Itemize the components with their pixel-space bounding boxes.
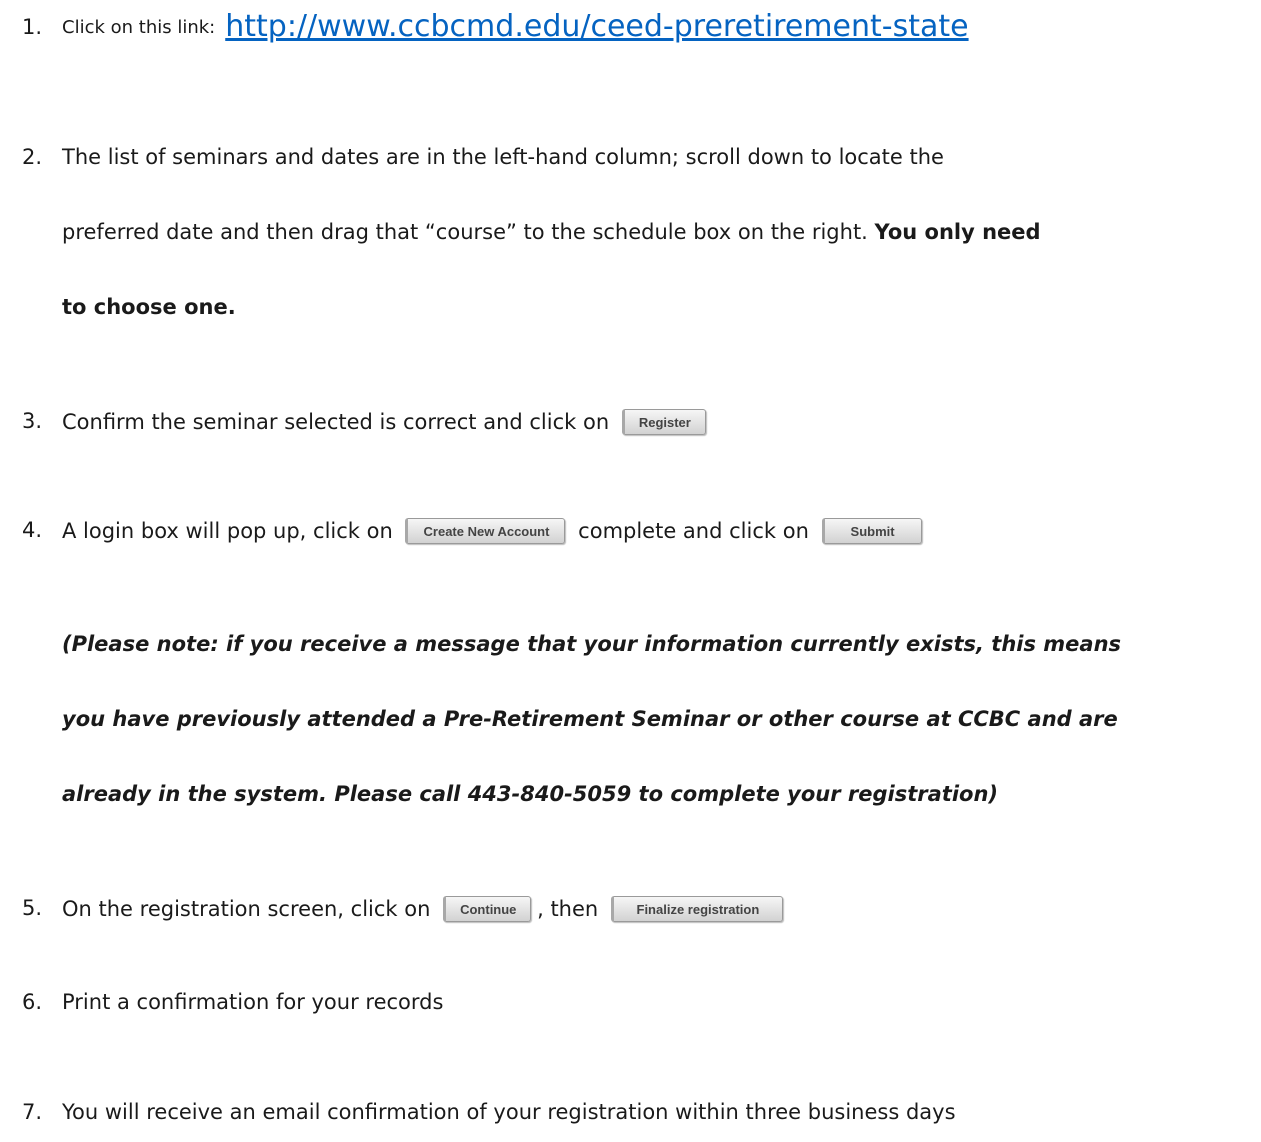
step-5-text: On the registration screen, click on [62,897,431,921]
step-2-line-2: preferred date and then drag that “cours… [62,217,1041,247]
step-2-line-3: to choose one. [62,295,236,319]
note-line-2: you have previously attended a Pre-Retir… [62,707,1118,731]
note-line-3: already in the system. Please call 443-8… [62,782,998,806]
step-5: On the registration screen, click on Con… [62,893,789,924]
finalize-registration-button[interactable]: Finalize registration [610,896,783,922]
step-5-text-middle: , then [537,897,599,921]
step-number: 5. [22,896,43,920]
create-new-account-button[interactable]: Create New Account [405,518,566,544]
step-4-text-middle: complete and click on [578,519,809,543]
step-1-text: Click on this link: [62,17,216,38]
step-number: 4. [22,518,43,542]
step-number: 3. [22,409,43,433]
step-4-text: A login box will pop up, click on [62,519,393,543]
seminar-registration-link[interactable]: http://www.ccbcmd.edu/ceed-preretirement… [225,9,968,44]
step-3: Confirm the seminar selected is correct … [62,406,712,437]
step-number: 7. [22,1100,43,1124]
step-2-emphasis: You only need [874,220,1041,244]
step-2-line-1: The list of seminars and dates are in th… [62,145,944,169]
note-line-1: (Please note: if you receive a message t… [62,632,1122,656]
step-4: A login box will pop up, click on Create… [62,515,928,546]
register-button[interactable]: Register [621,409,706,435]
step-2-line-2-text: preferred date and then drag that “cours… [62,220,868,244]
step-number: 1. [22,15,43,39]
step-number: 6. [22,990,43,1014]
step-7: You will receive an email confirmation o… [62,1100,956,1124]
step-number: 2. [22,145,43,169]
continue-button[interactable]: Continue [443,896,532,922]
step-1: Click on this link: http://www.ccbcmd.edu… [62,12,969,43]
instructions-document: 1. Click on this link: http://www.ccbcmd.… [0,0,1261,1142]
step-6: Print a confirmation for your records [62,990,444,1014]
submit-button[interactable]: Submit [821,518,922,544]
step-3-text: Confirm the seminar selected is correct … [62,410,610,434]
